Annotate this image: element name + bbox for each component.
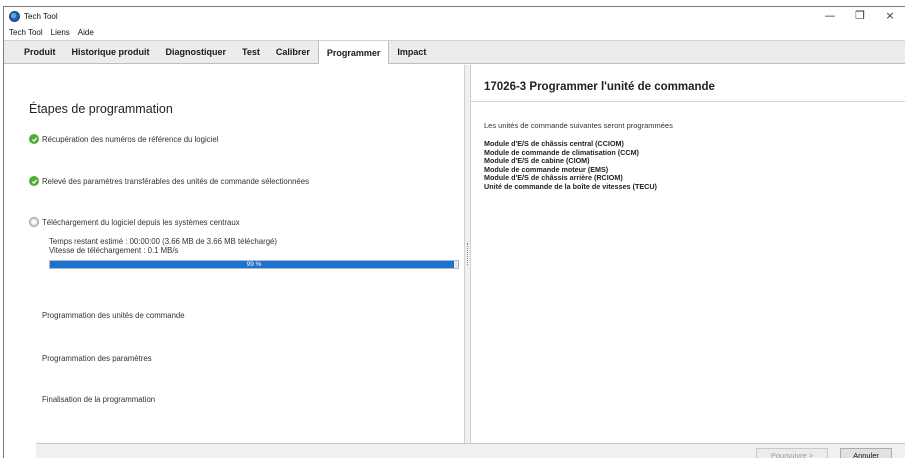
title-bar: Tech Tool — ❐ × <box>4 7 905 25</box>
splitter-grip[interactable] <box>467 243 468 265</box>
menu-tech-tool[interactable]: Tech Tool <box>9 28 43 37</box>
tab-historique-produit[interactable]: Historique produit <box>64 41 158 63</box>
steps-title: Étapes de programmation <box>29 102 173 116</box>
instruction-pane: 17026-3 Programmer l'unité de commande L… <box>471 65 905 443</box>
module-item: Unité de commande de la boîte de vitesse… <box>484 181 657 191</box>
step-label: Programmation des unités de commande <box>42 311 185 320</box>
cancel-button[interactable]: Annuler <box>840 448 892 458</box>
panel-header: 17026-3 Programmer l'unité de commande <box>471 65 905 102</box>
tab-produit[interactable]: Produit <box>16 41 64 63</box>
check-icon <box>29 176 39 186</box>
panel-intro: Les unités de commande suivantes seront … <box>484 121 673 130</box>
tab-test[interactable]: Test <box>234 41 268 63</box>
footer-bar: Poursuivre > Annuler <box>36 443 905 458</box>
tab-diagnostiquer[interactable]: Diagnostiquer <box>158 41 235 63</box>
close-button[interactable]: × <box>875 7 905 25</box>
step-label: Téléchargement du logiciel depuis les sy… <box>42 217 240 227</box>
tech-tool-logo-icon <box>9 10 20 22</box>
maximize-button[interactable]: ❐ <box>845 7 875 25</box>
pending-icon <box>29 217 39 227</box>
download-speed: Vitesse de téléchargement : 0.1 MB/s <box>49 246 179 255</box>
step-label: Récupération des numéros de référence du… <box>42 134 219 144</box>
panel-title: 17026-3 Programmer l'unité de commande <box>484 81 715 93</box>
tab-impact[interactable]: Impact <box>389 41 434 63</box>
step-item: Récupération des numéros de référence du… <box>29 134 218 144</box>
step-label: Finalisation de la programmation <box>42 395 156 404</box>
minimize-button[interactable]: — <box>815 7 845 25</box>
download-progress-bar: 99 % <box>49 260 459 269</box>
window-title: Tech Tool <box>24 11 58 21</box>
menu-bar: Tech Tool Liens Aide <box>4 25 905 39</box>
continue-button[interactable]: Poursuivre > <box>756 448 828 458</box>
menu-aide[interactable]: Aide <box>78 28 94 37</box>
window-controls: — ❐ × <box>815 7 905 25</box>
menu-liens[interactable]: Liens <box>51 28 70 37</box>
download-remaining: Temps restant estimé : 00:00:00 (3.66 MB… <box>49 237 277 246</box>
step-item: Relevé des paramètres transférables des … <box>29 176 309 186</box>
check-icon <box>29 134 39 144</box>
tab-calibrer[interactable]: Calibrer <box>268 41 318 63</box>
main-tabs: Produit Historique produit Diagnostiquer… <box>4 40 905 64</box>
pane-splitter[interactable] <box>464 65 471 443</box>
app-window: Tech Tool — ❐ × Tech Tool Liens Aide Pro… <box>3 6 905 458</box>
programming-steps-pane: Étapes de programmation Récupération des… <box>4 65 464 437</box>
progress-label: 99 % <box>246 261 262 268</box>
tab-programmer[interactable]: Programmer <box>317 41 390 64</box>
step-label: Relevé des paramètres transférables des … <box>42 176 309 186</box>
step-item: Téléchargement du logiciel depuis les sy… <box>29 217 240 227</box>
step-label: Programmation des paramètres <box>42 354 152 363</box>
module-list: Module d'E/S de châssis central (CCIOM) … <box>484 139 657 191</box>
